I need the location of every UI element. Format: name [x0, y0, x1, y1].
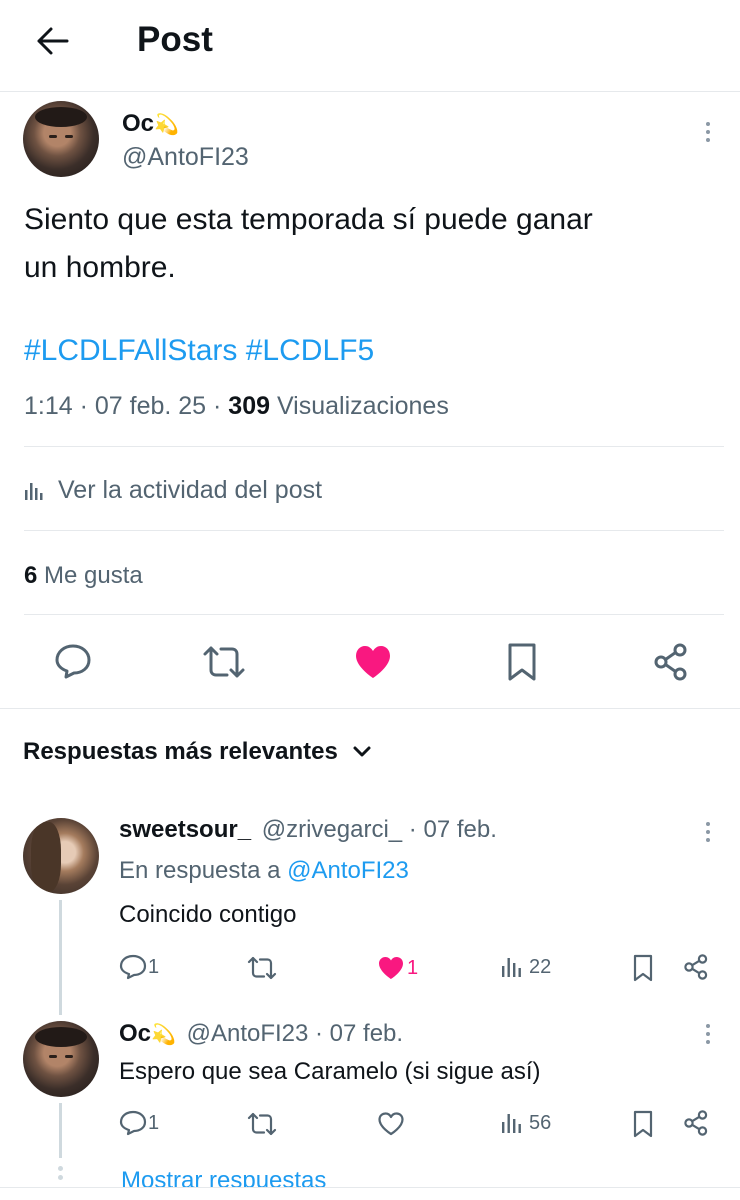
- reply-comment-count: 1: [148, 955, 160, 978]
- post-likes-summary[interactable]: 6 Me gusta: [24, 562, 143, 590]
- bookmark-icon[interactable]: [506, 642, 538, 682]
- reply-comment-button[interactable]: 1: [119, 1110, 159, 1136]
- post-author-name[interactable]: Oc💫: [122, 110, 179, 138]
- reply-text: Espero que sea Caramelo (si sigue así): [119, 1058, 541, 1085]
- reply-author-name[interactable]: sweetsour_: [119, 816, 251, 843]
- share-icon[interactable]: [682, 1109, 710, 1137]
- dizzy-emoji-icon: 💫: [151, 1024, 176, 1046]
- post-meta: 1:14 · 07 feb. 25 · 309 Visualizaciones: [24, 392, 449, 421]
- chevron-down-icon: [352, 745, 372, 759]
- reply-icon: [119, 1110, 147, 1136]
- views-label: Visualizaciones: [270, 392, 449, 420]
- retweet-icon[interactable]: [246, 1111, 278, 1137]
- divider: [0, 708, 740, 709]
- bookmark-icon[interactable]: [632, 954, 654, 982]
- reply-icon[interactable]: [53, 642, 93, 680]
- share-icon[interactable]: [651, 642, 691, 682]
- analytics-icon: [502, 958, 521, 977]
- reply-to-handle[interactable]: @AntoFI23: [287, 857, 409, 884]
- views-count: 309: [228, 392, 271, 420]
- dizzy-emoji-icon: 💫: [154, 114, 179, 136]
- thread-continue-dots: [58, 1166, 63, 1180]
- reply-action-bar: 1 1 22: [0, 952, 740, 984]
- share-icon[interactable]: [682, 953, 710, 981]
- reply-action-bar: 1 56: [0, 1108, 740, 1140]
- show-replies-link[interactable]: Mostrar respuestas: [121, 1165, 326, 1189]
- reply-views-count: 22: [529, 955, 552, 978]
- like-icon[interactable]: [377, 1111, 405, 1137]
- like-icon-filled[interactable]: [353, 644, 393, 680]
- reply-comment-count: 1: [148, 1111, 160, 1134]
- reply-header: sweetsour_ @zrivegarci_ · 07 feb.: [119, 816, 497, 844]
- reply-more-options-icon[interactable]: [705, 822, 711, 846]
- post-activity-link[interactable]: Ver la actividad del post: [24, 476, 322, 505]
- post-avatar[interactable]: [23, 101, 99, 177]
- analytics-icon: [502, 1114, 521, 1133]
- reply-icon: [119, 954, 147, 980]
- post-author-handle[interactable]: @AntoFI23: [122, 143, 249, 172]
- reply-like-count: 1: [407, 956, 419, 979]
- reply-header: Oc💫 @AntoFI23 · 07 feb.: [119, 1020, 403, 1048]
- header: Post: [0, 0, 740, 90]
- post-action-bar: [0, 640, 740, 686]
- retweet-icon[interactable]: [246, 955, 278, 981]
- divider: [24, 614, 724, 615]
- replies-sort-dropdown[interactable]: Respuestas más relevantes: [23, 738, 372, 766]
- reply-handle-date[interactable]: @AntoFI23 · 07 feb.: [187, 1020, 403, 1047]
- page-title: Post: [137, 20, 213, 59]
- retweet-icon[interactable]: [201, 644, 247, 680]
- reply-views-button[interactable]: 56: [501, 1111, 551, 1135]
- post-time: 1:14 · 07 feb. 25 ·: [24, 392, 229, 420]
- bookmark-icon[interactable]: [632, 1110, 654, 1138]
- like-icon-filled: [379, 957, 403, 979]
- reply-handle-date[interactable]: @zrivegarci_ · 07 feb.: [262, 816, 497, 843]
- post-hashtags[interactable]: #LCDLFAllStars #LCDLF5: [24, 334, 374, 368]
- reply-views-button[interactable]: 22: [501, 955, 551, 979]
- bottom-bar: [0, 1187, 740, 1200]
- reply-to-line: En respuesta a @AntoFI23: [119, 857, 409, 884]
- reply-avatar[interactable]: [23, 818, 99, 894]
- reply-author-name[interactable]: Oc💫: [119, 1020, 176, 1047]
- post-more-options-icon[interactable]: [705, 122, 711, 146]
- divider: [24, 530, 724, 531]
- reply-views-count: 56: [529, 1111, 552, 1134]
- reply-like-button[interactable]: 1: [377, 955, 418, 981]
- back-arrow-icon[interactable]: [36, 26, 70, 56]
- reply-avatar[interactable]: [23, 1021, 99, 1097]
- reply-text: Coincido contigo: [119, 901, 297, 928]
- divider: [24, 446, 724, 447]
- reply-more-options-icon[interactable]: [705, 1024, 711, 1048]
- header-divider: [0, 91, 740, 92]
- reply-comment-button[interactable]: 1: [119, 954, 159, 980]
- analytics-icon: [24, 480, 46, 502]
- post-text: Siento que esta temporada sí puede ganar…: [24, 203, 593, 284]
